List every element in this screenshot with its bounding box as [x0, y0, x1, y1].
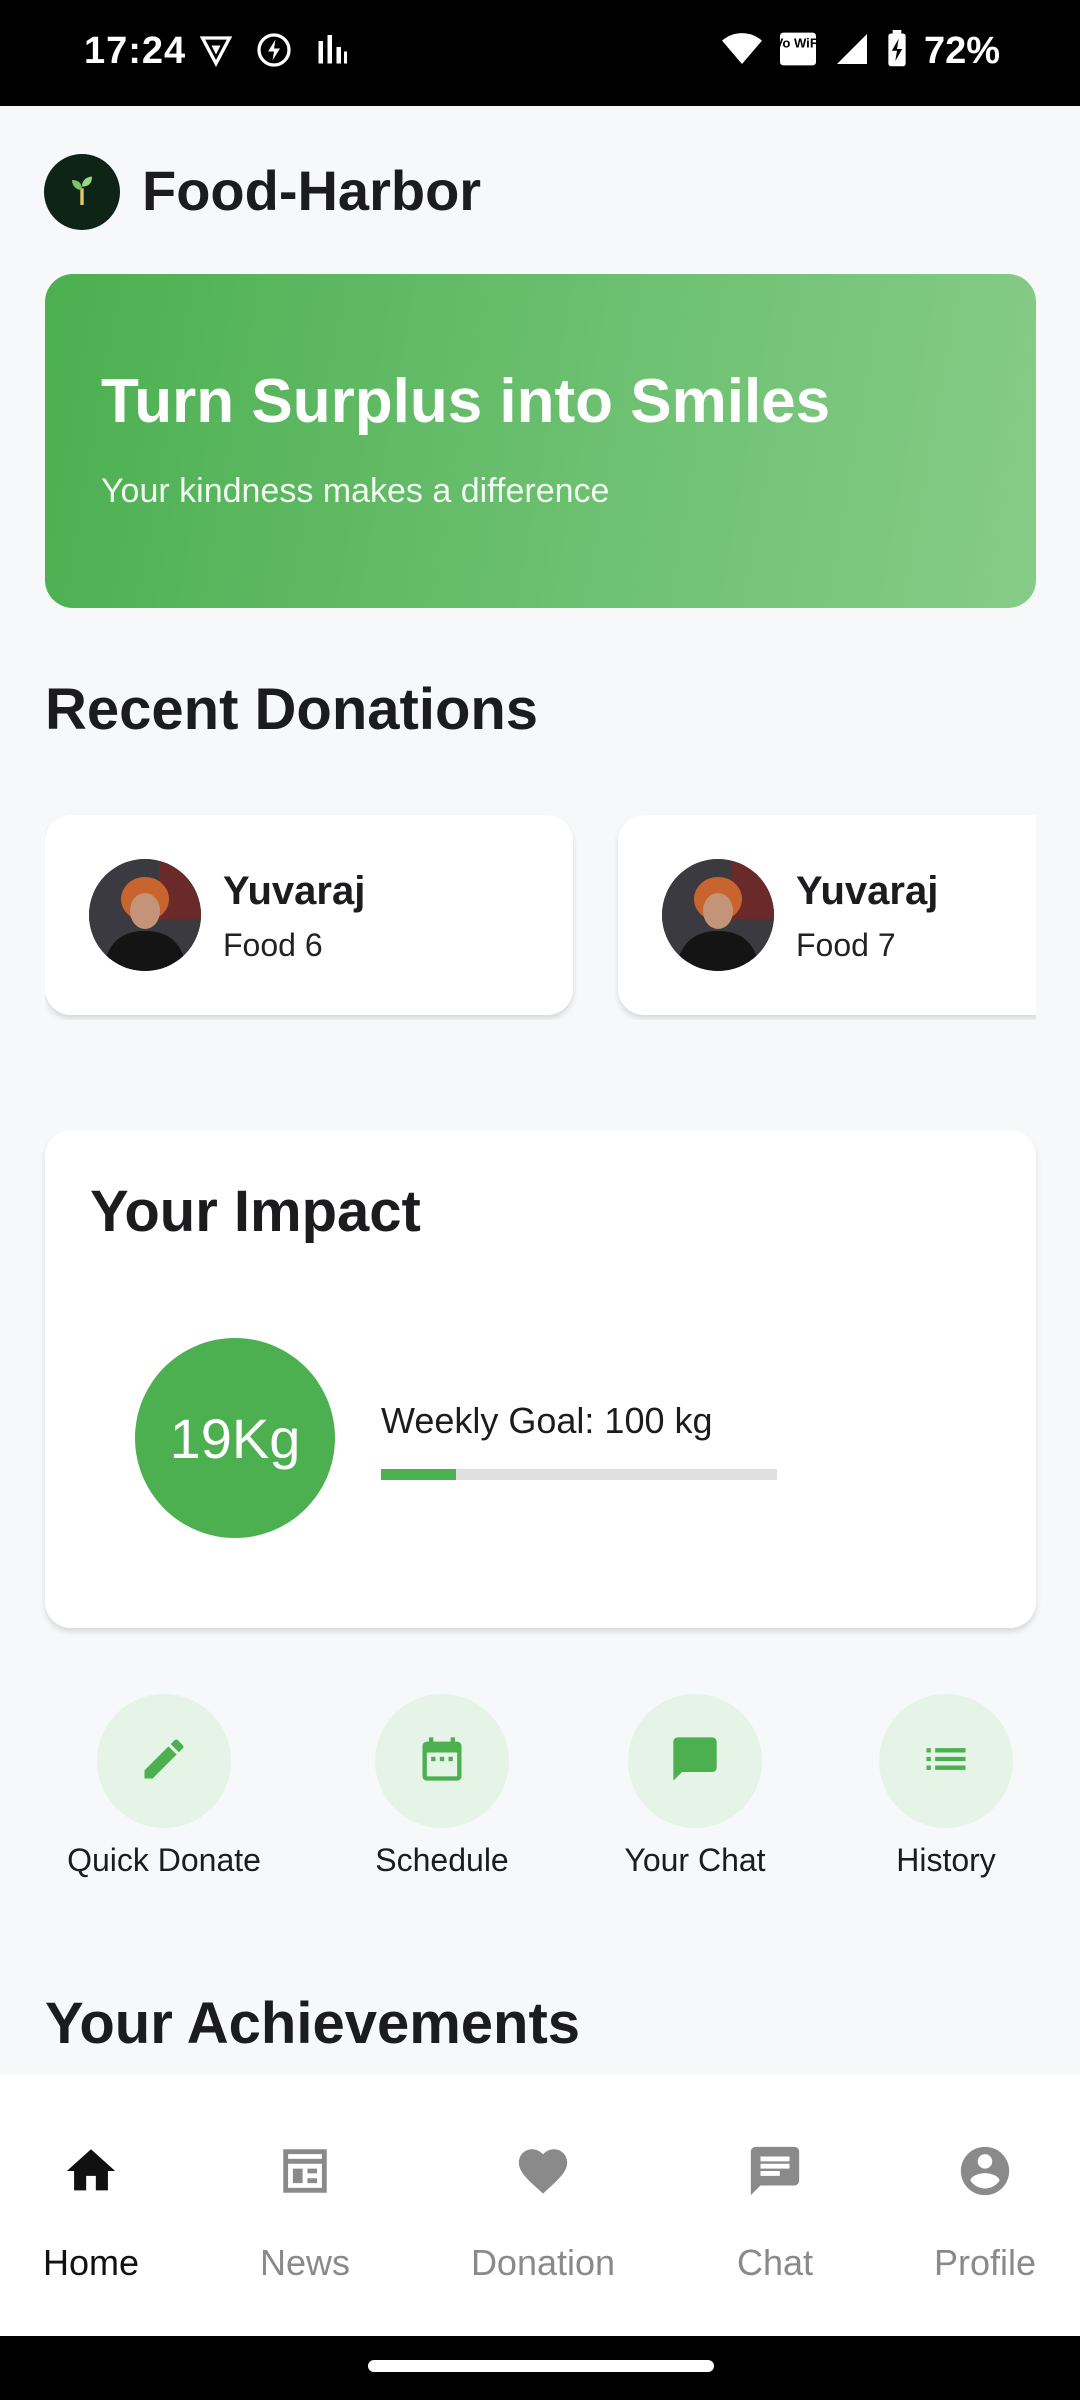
battery-percent: 72% [923, 30, 1000, 72]
app-title: Food-Harbor [142, 159, 482, 222]
status-right-icons: Vo WiFi 72% [721, 30, 1000, 73]
nav-donation-label: Donation [470, 2242, 616, 2283]
bottom-nav: Home News Donation Chat Profile [0, 2074, 1080, 2336]
chat-bubble-icon [669, 1733, 721, 1790]
vowifi-icon: Vo WiFi [775, 31, 821, 72]
donation-card[interactable]: Yuvaraj Food 7 [618, 815, 1036, 1015]
goal-progress-fill [381, 1469, 457, 1480]
status-bar: 17:24 Vo WiFi 72% [0, 0, 1080, 106]
quick-donate-label: Quick Donate [67, 1842, 261, 1878]
donor-name: Yuvaraj [223, 869, 366, 913]
your-chat-label: Your Chat [624, 1842, 766, 1878]
chat-icon [746, 2142, 804, 2205]
nav-chat-label: Chat [736, 2242, 814, 2283]
app-logo [44, 154, 120, 230]
vowifi-text: Vo WiFi [778, 35, 818, 50]
quick-actions: Quick Donate Schedule Your Chat History [0, 1694, 1080, 1884]
impact-amount-circle: 19Kg [135, 1338, 335, 1538]
account-circle-icon [956, 2142, 1014, 2205]
gesture-handle[interactable] [368, 2360, 714, 2372]
your-chat-button[interactable]: Your Chat [575, 1694, 815, 1879]
wifi-icon [721, 31, 762, 72]
impact-amount: 19Kg [169, 1406, 301, 1470]
donation-card[interactable]: Yuvaraj Food 6 [45, 815, 573, 1015]
schedule-label: Schedule [375, 1842, 509, 1878]
app-bar: Food-Harbor [0, 106, 1080, 276]
weekly-goal-label: Weekly Goal: 100 kg [381, 1400, 713, 1441]
banner-subtitle: Your kindness makes a difference [101, 472, 610, 510]
pencil-icon [138, 1733, 190, 1790]
nav-news-label: News [259, 2242, 351, 2283]
avatar [89, 859, 201, 971]
status-time: 17:24 [84, 30, 187, 72]
recent-donations-title: Recent Donations [45, 677, 539, 742]
cell-signal-icon [834, 31, 870, 72]
home-icon [62, 2142, 120, 2205]
system-nav-bar [0, 2336, 1080, 2400]
nav-profile-label: Profile [933, 2242, 1037, 2283]
battery-charging-icon [886, 30, 908, 73]
impact-title: Your Impact [90, 1179, 421, 1244]
calendar-icon [416, 1733, 468, 1790]
hero-banner: Turn Surplus into Smiles Your kindness m… [45, 274, 1036, 608]
sprout-icon [62, 170, 102, 215]
nav-profile[interactable]: Profile [885, 2138, 1080, 2284]
recent-donations-list[interactable]: Yuvaraj Food 6 Yuvaraj Food 7 [45, 815, 1036, 1020]
quick-donate-button[interactable]: Quick Donate [44, 1694, 284, 1879]
nav-home-label: Home [42, 2242, 140, 2283]
nav-news[interactable]: News [205, 2138, 405, 2284]
signal-bars-icon [314, 32, 350, 73]
banner-headline: Turn Surplus into Smiles [101, 367, 831, 436]
impact-card: Your Impact 19Kg Weekly Goal: 100 kg [45, 1130, 1036, 1628]
donation-item: Food 6 [223, 927, 323, 963]
newspaper-icon [276, 2142, 334, 2205]
list-icon [920, 1733, 972, 1790]
nav-chat[interactable]: Chat [675, 2138, 875, 2284]
avatar [662, 859, 774, 971]
nav-donation[interactable]: Donation [443, 2138, 643, 2284]
donation-item: Food 7 [796, 927, 896, 963]
schedule-button[interactable]: Schedule [322, 1694, 562, 1879]
nav-home[interactable]: Home [0, 2138, 191, 2284]
goal-progress-bar [381, 1469, 777, 1480]
history-button[interactable]: History [826, 1694, 1066, 1879]
heart-icon [514, 2142, 572, 2205]
donor-name: Yuvaraj [796, 869, 939, 913]
achievements-title: Your Achievements [45, 1991, 581, 2056]
status-left-icons [198, 32, 350, 73]
history-label: History [896, 1842, 996, 1878]
vpn-shield-icon [198, 32, 234, 73]
bolt-icon [256, 32, 292, 73]
